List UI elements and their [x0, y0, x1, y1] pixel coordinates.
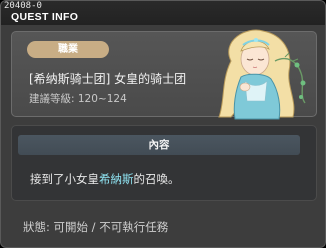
content-text-after: 的召喚。 [133, 172, 180, 186]
quest-id: 20408-0 [4, 1, 42, 11]
content-text-before: 接到了小女皇 [30, 172, 99, 186]
quest-name: [希纳斯骑士团] 女皇的骑士团 [29, 72, 187, 86]
level-requirement: 建議等級: 120~124 [29, 93, 127, 105]
npc-portrait [218, 29, 306, 120]
content-text-highlight: 希納斯 [99, 172, 134, 186]
job-badge: 職業 [27, 41, 109, 58]
content-text: 接到了小女皇希納斯的召喚。 [30, 171, 180, 187]
quest-info-window: 20408-0 QUEST INFO 職業 [希纳斯骑士团] 女皇的骑士团 建議… [0, 0, 326, 248]
quest-status: 狀態: 可開始 / 不可執行任務 [23, 220, 169, 234]
window-title: QUEST INFO [11, 11, 79, 23]
content-header: 內容 [18, 135, 300, 155]
